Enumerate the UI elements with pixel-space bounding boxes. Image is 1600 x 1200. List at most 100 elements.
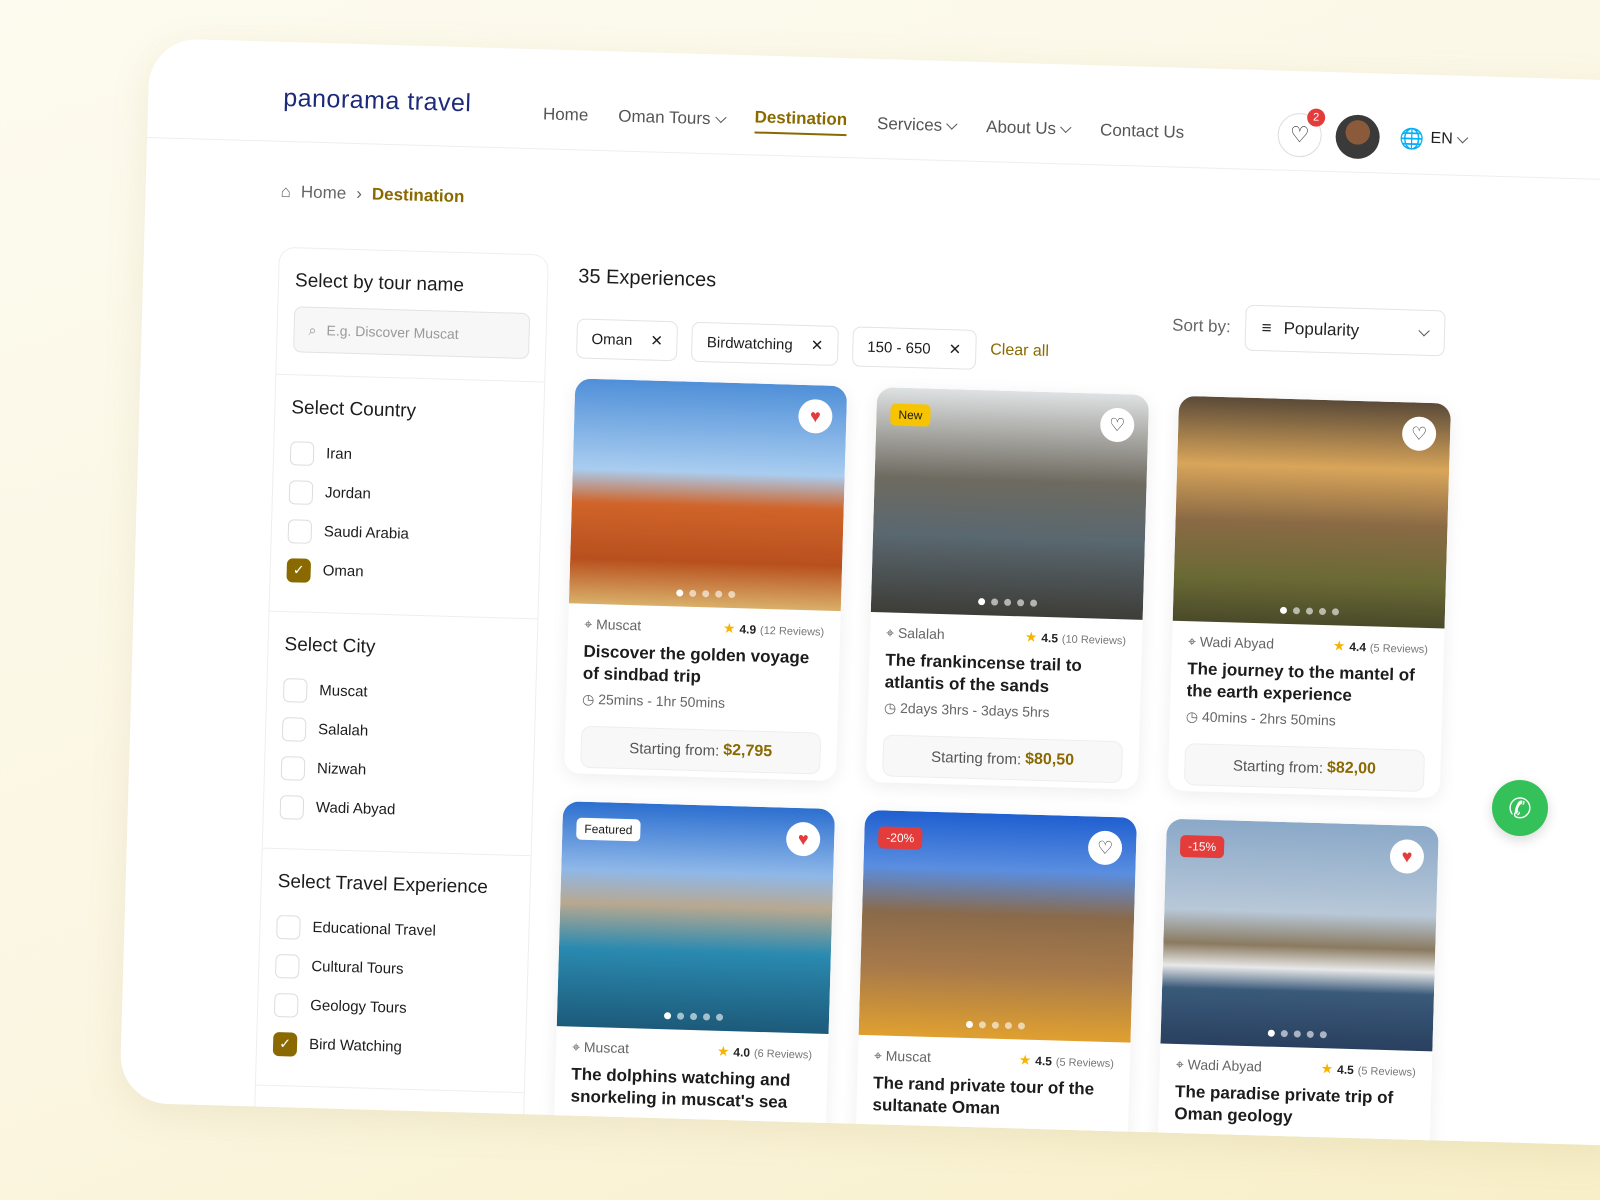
card-title[interactable]: The journey to the mantel of the earth e… [1186,658,1427,709]
checkbox-oman[interactable]: ✓ Oman [286,550,523,596]
card-title[interactable]: The rand private tour of the sultanate O… [872,1072,1113,1123]
carousel-dots[interactable] [859,1018,1131,1033]
checkbox[interactable] [287,518,313,544]
checkbox-iran[interactable]: Iran [289,433,527,479]
checkbox[interactable]: ✓ [272,1031,298,1057]
favorite-heart-icon[interactable]: ♥ [785,821,821,857]
location-pin-icon: ⌖ [571,1038,581,1055]
card-tag: -20% [877,826,923,850]
avatar[interactable] [1335,114,1381,160]
checkbox-bird-watching[interactable]: ✓ Bird Watching [272,1024,510,1070]
card-location: ⌖ Muscat [572,1039,629,1058]
card-image[interactable]: Featured ♥ [556,801,836,1034]
checkbox-label: Muscat [319,682,368,701]
nav-contact-us[interactable]: Contact Us [1100,117,1185,145]
carousel-dots[interactable] [1161,1027,1433,1042]
card-title[interactable]: The paradise private trip of Oman geolog… [1174,1081,1415,1132]
favorite-heart-icon[interactable]: ♥ [1389,839,1425,875]
experience-card[interactable]: -20% ♡ ⌖ Muscat ★ 4.5 (5 Reviews) The rand … [853,809,1137,1146]
review-count: (10 Reviews) [1061,633,1127,648]
card-title[interactable]: Discover the golden voyage of sindbad tr… [583,641,824,692]
header: panorama travel Home Oman Tours Destinatio… [147,38,1600,182]
checkbox-label: Jordan [324,484,372,503]
nav-destination[interactable]: Destination [754,107,848,137]
rating-value: 4.4 [1349,639,1367,655]
experience-card[interactable]: New ♡ ⌖ Salalah ★ 4.5 (10 Reviews) The fran… [865,387,1150,790]
favorite-heart-icon[interactable]: ♡ [1099,407,1135,443]
checkbox-muscat[interactable]: Muscat [282,670,520,716]
card-duration: ◷ 40mins - 2hrs 50mins [1186,708,1426,732]
checkbox-wadi-abyad[interactable]: Wadi Abyad [279,787,516,833]
language-selector[interactable]: 🌐 EN [1399,126,1469,153]
experience-card[interactable]: ♡ ⌖ Wadi Abyad ★ 4.4 (5 Reviews) The journ… [1167,395,1452,799]
rating-value: 4.0 [733,1045,751,1060]
sort-label: Sort by: [1171,315,1232,337]
checkbox-salalah[interactable]: Salalah [281,709,519,755]
results: 35 Experiences Sort by: ≡ Popularity Oman… [551,265,1458,1146]
location-text: Salalah [897,624,945,643]
chevron-right-icon: › [355,184,363,204]
experience-card[interactable]: -15% ♥ ⌖ Wadi Abyad ★ 4.5 (5 Reviews) The p… [1155,818,1439,1146]
checkbox[interactable] [276,914,301,940]
whatsapp-icon: ✆ [1508,792,1532,824]
card-rating: ★ 4.5 (10 Reviews) [1025,628,1127,648]
favorite-heart-icon[interactable]: ♡ [1401,416,1437,452]
wishlist-badge: 2 [1306,108,1326,127]
breadcrumb-home[interactable]: Home [301,182,347,203]
nav-home[interactable]: Home [543,101,589,128]
card-price: Starting from: $80,50 [882,734,1124,784]
clock-icon: ◷ [581,690,595,708]
checkbox-educational-travel[interactable]: Educational Travel [276,907,513,953]
checkbox[interactable] [281,716,307,742]
checkbox-cultural-tours[interactable]: Cultural Tours [275,946,512,992]
close-icon[interactable]: ✕ [948,340,961,358]
price-value: $82,00 [1326,759,1377,778]
favorite-heart-icon[interactable]: ♥ [797,398,833,434]
checkbox[interactable] [279,794,305,820]
checkbox-label: Salalah [317,721,369,740]
tour-search-input[interactable]: ⌕ E.g. Discover Muscat [293,306,531,360]
checkbox[interactable] [282,677,308,703]
experience-card[interactable]: ♥ ⌖ Muscat ★ 4.9 (12 Reviews) Discover the… [564,378,848,782]
nav-about-us[interactable]: About Us [986,114,1072,142]
globe-icon: 🌐 [1399,127,1425,151]
duration-text: 2days 3hrs - 3days 5hrs [899,700,1050,721]
carousel-dots[interactable] [557,1009,829,1024]
close-icon[interactable]: ✕ [810,336,823,354]
nav-services[interactable]: Services [877,111,958,139]
wishlist-button[interactable]: ♡ 2 [1277,108,1326,158]
checkbox[interactable] [288,479,314,505]
checkbox[interactable] [273,992,299,1018]
carousel-dots[interactable] [1173,604,1445,619]
favorite-heart-icon[interactable]: ♡ [1087,830,1123,866]
carousel-dots[interactable] [871,595,1143,610]
checkbox[interactable] [289,440,315,466]
card-title[interactable]: The dolphins watching and snorkeling in … [570,1064,811,1115]
checkbox-geology-tours[interactable]: Geology Tours [273,985,511,1031]
logo[interactable]: panorama travel [283,84,472,118]
experience-card[interactable]: Featured ♥ ⌖ Muscat ★ 4.0 (6 Reviews) The d… [551,801,836,1146]
card-image[interactable]: -15% ♥ [1160,818,1439,1052]
checkbox[interactable] [280,755,306,781]
clear-all-button[interactable]: Clear all [990,341,1049,361]
carousel-dots[interactable] [569,586,841,601]
whatsapp-button[interactable]: ✆ [1492,780,1548,836]
card-image[interactable]: ♡ [1172,395,1452,629]
checkbox-label: Nizwah [316,760,367,779]
close-icon[interactable]: ✕ [650,332,663,350]
card-image[interactable]: ♥ [568,378,848,612]
checkbox[interactable] [275,953,300,979]
checkbox-nizwah[interactable]: Nizwah [280,748,517,794]
checkbox-saudi-arabia[interactable]: Saudi Arabia [287,511,524,557]
nav-oman-tours[interactable]: Oman Tours [618,104,727,133]
checkbox[interactable]: ✓ [286,557,312,583]
card-image[interactable]: New ♡ [870,387,1150,620]
checkbox-jordan[interactable]: Jordan [288,472,525,518]
card-rating: ★ 4.0 (6 Reviews) [717,1043,813,1063]
card-title[interactable]: The frankincense trail to atlantis of th… [884,649,1125,700]
filter-chip: Oman ✕ [575,318,679,362]
card-image[interactable]: -20% ♡ [858,809,1137,1043]
sort-dropdown[interactable]: ≡ Popularity [1244,304,1446,357]
card-price: Starting from: $2,795 [580,725,822,775]
price-prefix: Starting from: [1232,757,1324,777]
